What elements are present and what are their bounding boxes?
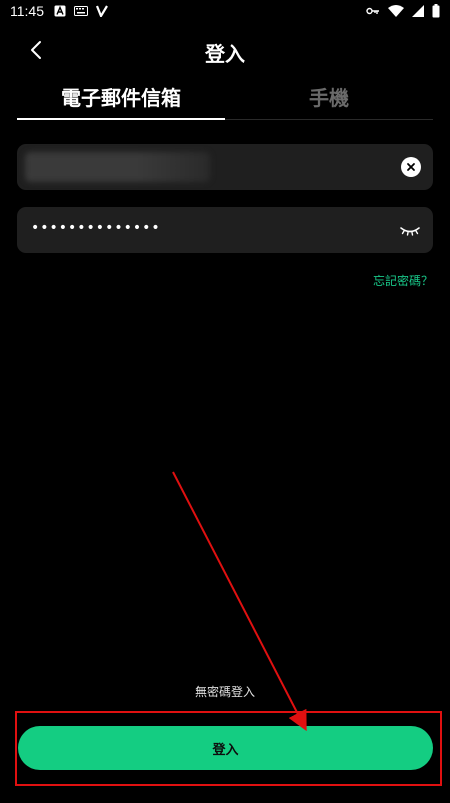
tab-divider <box>225 119 433 120</box>
wifi-icon <box>388 5 404 17</box>
status-bar: 11:45 <box>0 0 450 22</box>
header: 登入 <box>0 30 450 70</box>
forgot-password-link[interactable]: 忘記密碼？ <box>373 272 433 289</box>
eye-closed-icon <box>400 227 420 236</box>
tab-email[interactable]: 電子郵件信箱 <box>17 72 225 120</box>
email-field[interactable] <box>17 144 433 190</box>
login-button[interactable]: 登入 <box>18 726 433 770</box>
status-time: 11:45 <box>10 3 44 19</box>
active-tab-indicator <box>17 118 225 120</box>
battery-icon <box>432 4 440 18</box>
toggle-password-visibility-button[interactable] <box>399 222 421 238</box>
v-app-icon <box>96 5 108 17</box>
password-value: •••••••••••••• <box>31 220 161 236</box>
clear-email-button[interactable] <box>401 157 421 177</box>
status-right-icons <box>366 4 440 18</box>
login-method-tabs: 電子郵件信箱 手機 <box>17 72 433 120</box>
close-icon <box>407 163 415 171</box>
email-value-redacted <box>25 152 210 182</box>
passwordless-login-link[interactable]: 無密碼登入 <box>0 683 450 700</box>
a-notification-icon <box>54 5 66 17</box>
tab-phone[interactable]: 手機 <box>225 72 433 120</box>
key-icon <box>366 6 380 16</box>
keyboard-icon <box>74 6 88 16</box>
signal-icon <box>412 5 424 17</box>
password-field[interactable]: •••••••••••••• <box>17 207 433 253</box>
page-title: 登入 <box>205 42 245 66</box>
status-left-icons <box>54 5 108 17</box>
